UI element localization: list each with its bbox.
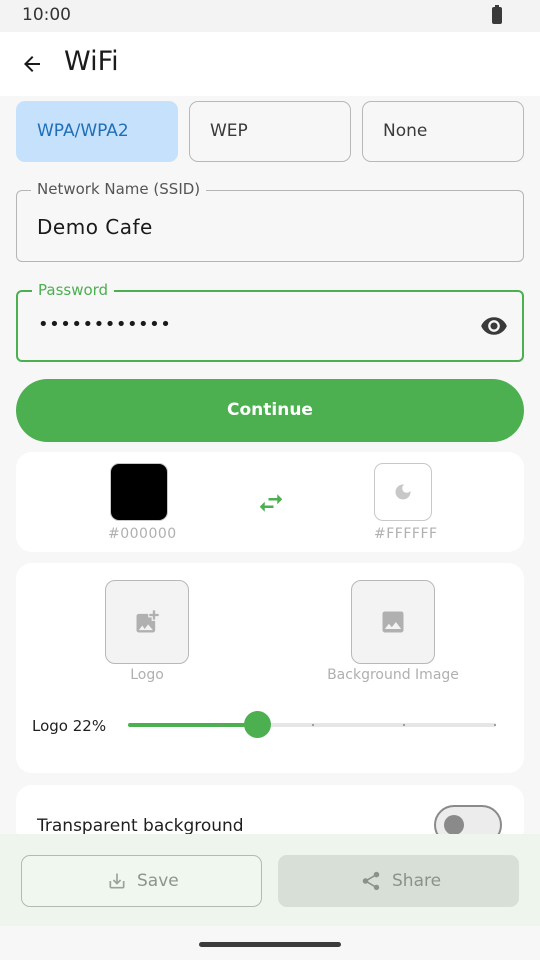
continue-label: Continue xyxy=(227,400,313,420)
continue-button[interactable]: Continue xyxy=(16,379,524,442)
foreground-color-value: #000000 xyxy=(108,526,177,542)
colors-card: #000000 #FFFFFF xyxy=(16,452,524,552)
security-option-label: None xyxy=(383,121,428,141)
ssid-value: Demo Cafe xyxy=(37,215,153,239)
swap-colors-button[interactable] xyxy=(256,488,286,518)
toggle-knob xyxy=(444,815,464,835)
share-button[interactable]: Share xyxy=(278,855,519,907)
image-icon xyxy=(382,611,404,633)
slider-tick xyxy=(312,724,314,726)
save-label: Save xyxy=(137,871,179,891)
status-bar: 10:00 xyxy=(0,0,540,32)
status-time: 10:00 xyxy=(22,5,71,25)
background-image-label: Background Image xyxy=(327,667,459,683)
ssid-field[interactable]: Network Name (SSID) Demo Cafe xyxy=(16,180,524,262)
security-option-wpa[interactable]: WPA/WPA2 xyxy=(16,101,178,162)
slider-tick xyxy=(221,724,223,726)
eye-icon xyxy=(481,317,507,335)
logo-size-slider-thumb[interactable] xyxy=(244,711,272,738)
password-value: •••••••••••• xyxy=(38,314,172,335)
arrow-left-icon xyxy=(24,56,40,72)
security-option-wep[interactable]: WEP xyxy=(189,101,351,162)
slider-tick xyxy=(494,724,496,726)
images-card: Logo Background Image Logo 22% xyxy=(16,563,524,773)
logo-picker[interactable] xyxy=(105,580,189,664)
share-label: Share xyxy=(392,871,442,891)
foreground-color-swatch[interactable] xyxy=(110,463,168,521)
bottom-action-bar: Save Share xyxy=(0,834,540,926)
slider-tick xyxy=(403,724,405,726)
page-title: WiFi xyxy=(64,46,119,77)
download-icon xyxy=(109,873,125,889)
background-color-value: #FFFFFF xyxy=(374,526,438,542)
share-icon xyxy=(362,871,380,891)
ssid-label: Network Name (SSID) xyxy=(31,180,207,198)
security-option-none[interactable]: None xyxy=(362,101,524,162)
security-option-label: WEP xyxy=(210,121,248,141)
transparent-background-label: Transparent background xyxy=(37,816,244,836)
home-indicator[interactable] xyxy=(199,942,341,947)
swap-icon xyxy=(259,494,283,512)
back-button[interactable] xyxy=(12,44,52,84)
slider-track-active xyxy=(128,723,258,727)
navigation-area xyxy=(0,926,540,960)
add-photo-icon xyxy=(136,610,159,633)
password-label: Password xyxy=(32,281,115,299)
save-button[interactable]: Save xyxy=(21,855,262,907)
app-bar: WiFi xyxy=(0,32,540,96)
background-color-swatch[interactable] xyxy=(374,463,432,521)
battery-icon xyxy=(492,5,502,24)
toggle-password-visibility-button[interactable] xyxy=(478,312,510,340)
security-option-label: WPA/WPA2 xyxy=(37,121,129,141)
password-field[interactable]: Password •••••••••••• xyxy=(16,281,524,362)
background-image-picker[interactable] xyxy=(351,580,435,664)
logo-size-label: Logo 22% xyxy=(32,717,107,735)
moon-icon xyxy=(395,484,411,500)
logo-label: Logo xyxy=(130,667,164,683)
